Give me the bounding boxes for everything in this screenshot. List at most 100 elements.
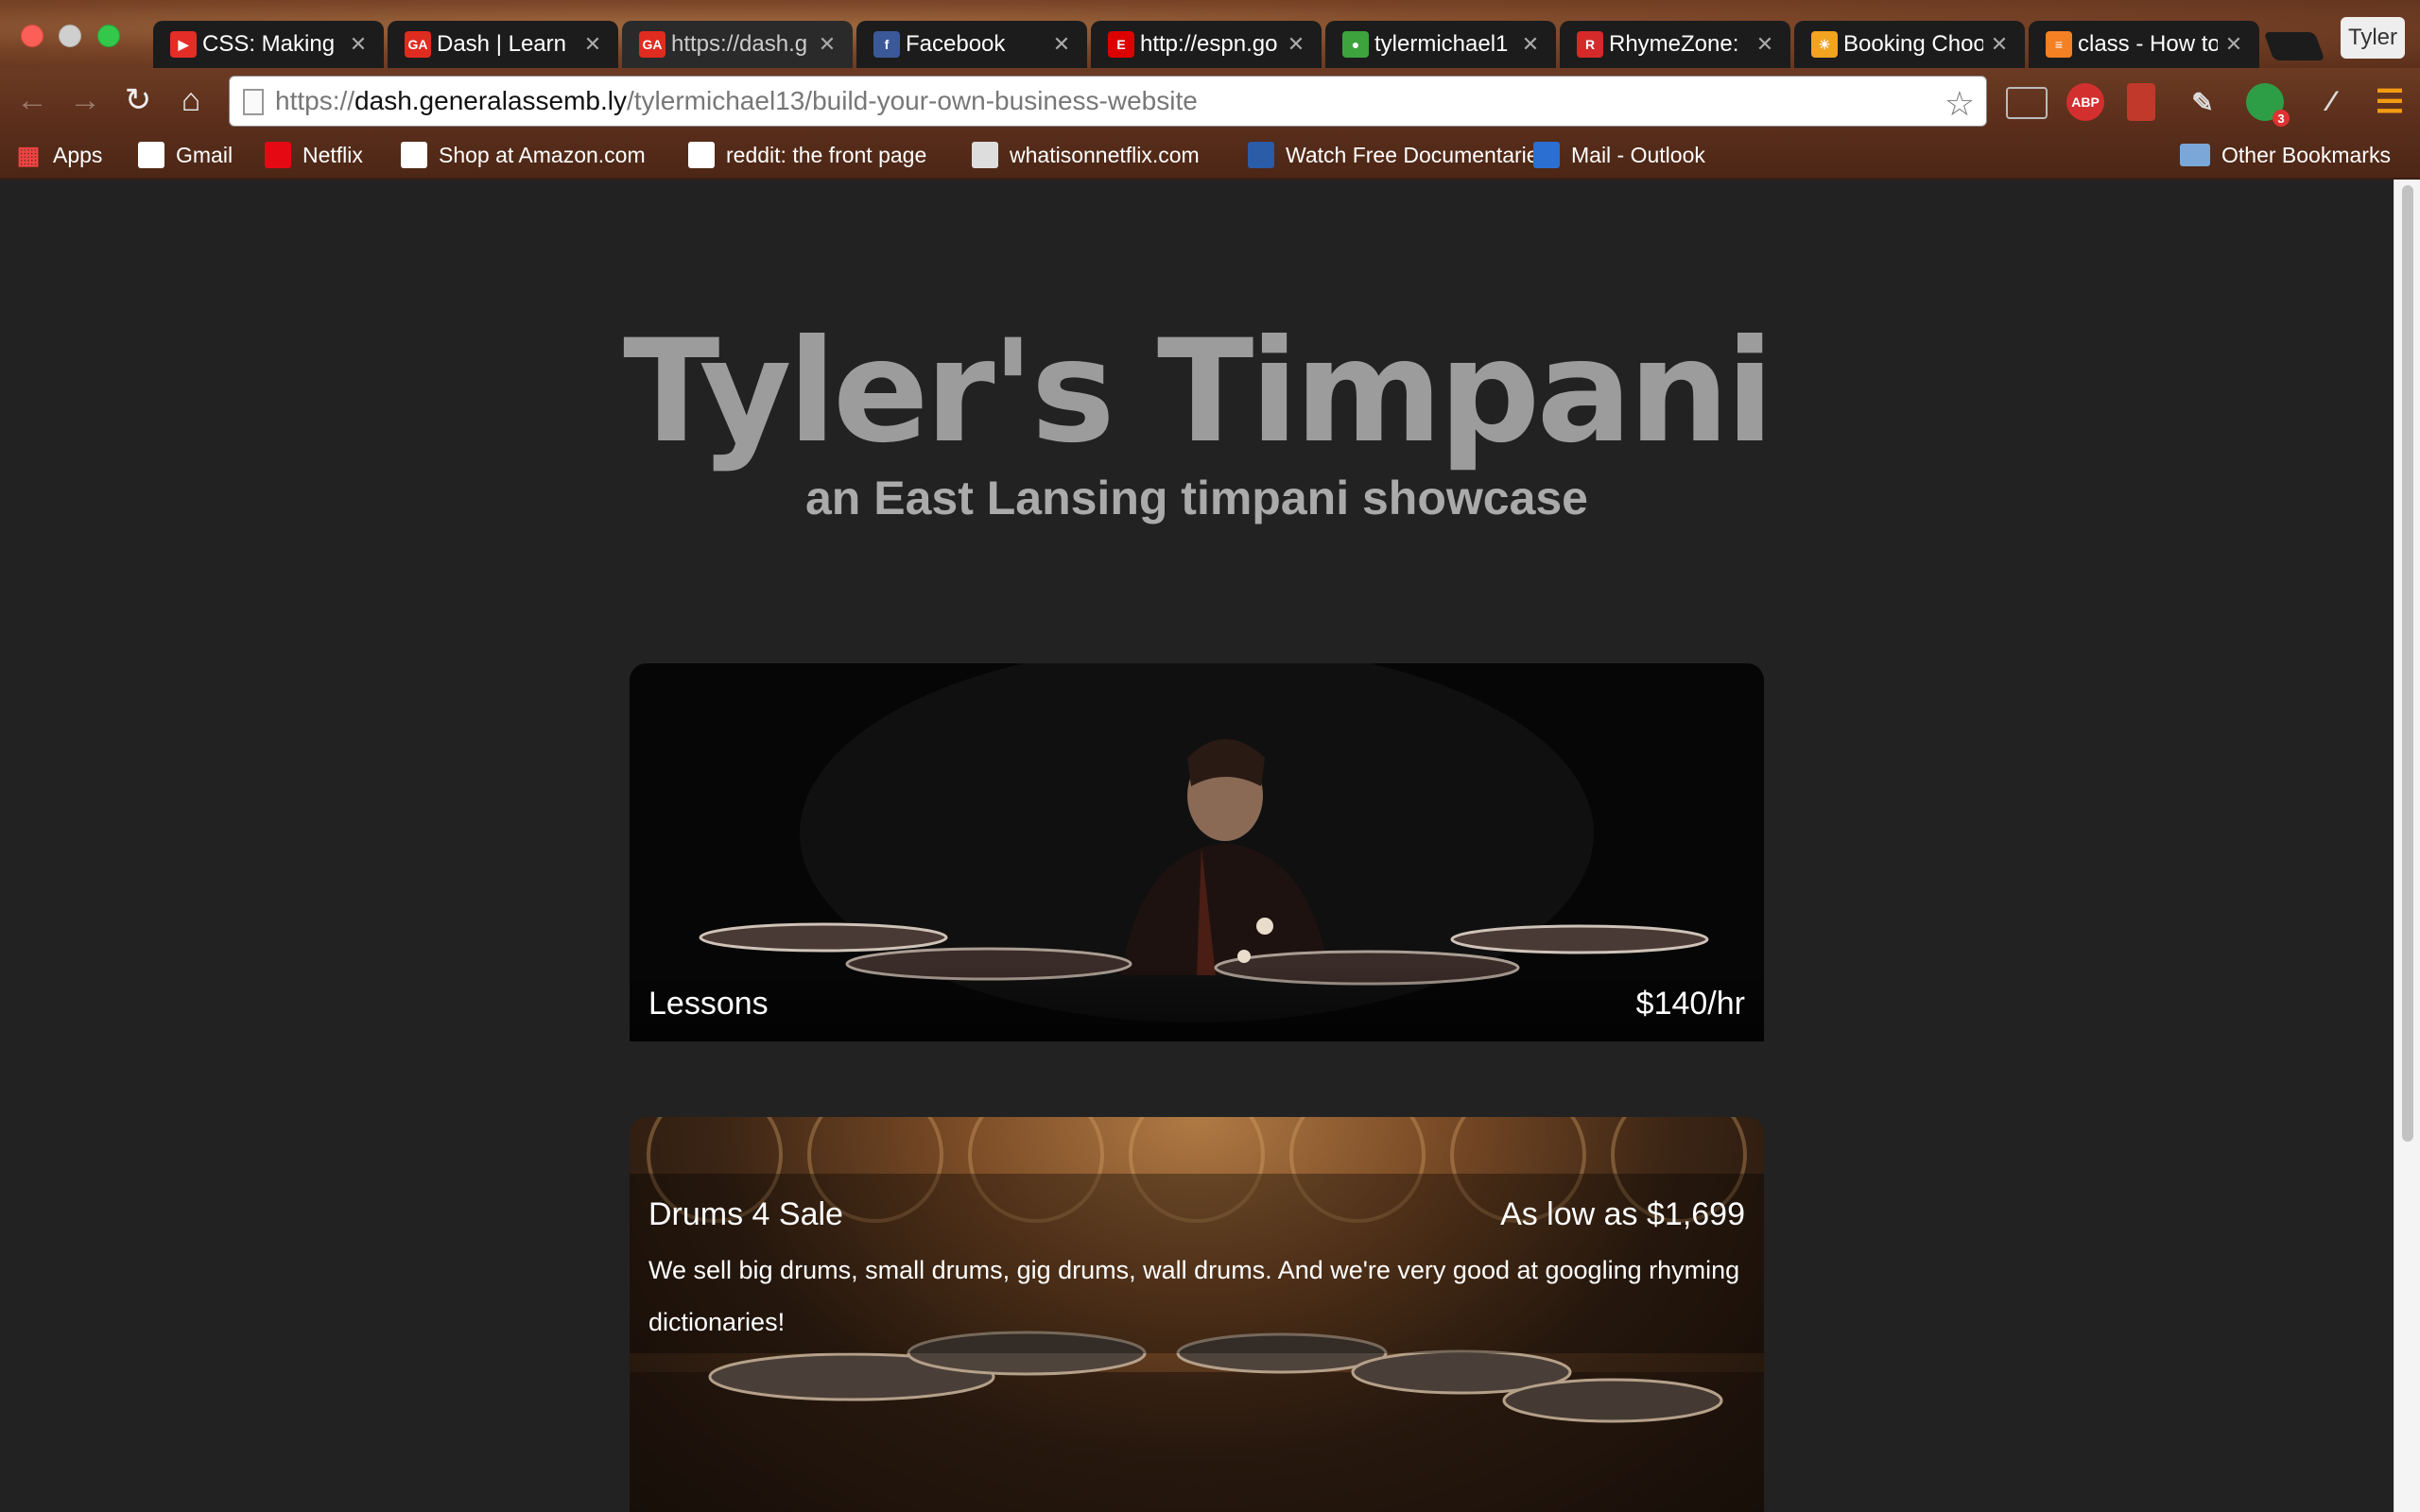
stackoverflow-icon: ≡ xyxy=(2046,31,2072,58)
lessons-card[interactable]: Lessons $140/hr xyxy=(630,663,1764,1041)
drums-card[interactable]: Drums 4 Sale As low as $1,699 We sell bi… xyxy=(630,1117,1764,1512)
pocket-ext-icon[interactable]: 3 xyxy=(2246,83,2290,127)
ga-icon: GA xyxy=(639,31,666,58)
profile-button[interactable]: Tyler xyxy=(2341,17,2405,59)
back-arrow-icon[interactable]: ← xyxy=(13,81,51,119)
bookmarks-bar: ▦ Apps Gmail Netflix Shop at Amazon.com reddi… xyxy=(0,132,2420,180)
lessons-caption-bar: Lessons $140/hr xyxy=(630,966,1764,1041)
tab[interactable]: ☀ Booking Choo ✕ xyxy=(1794,21,2025,68)
tab[interactable]: GA https://dash.g ✕ xyxy=(622,21,853,68)
site-subtitle: an East Lansing timpani showcase xyxy=(804,472,1588,524)
tab-close-icon[interactable]: ✕ xyxy=(1520,32,1541,57)
new-tab-button[interactable] xyxy=(2263,32,2325,60)
rhymezone-icon: R xyxy=(1577,31,1603,58)
netflix-icon xyxy=(265,142,291,168)
tab-title: CSS: Making xyxy=(202,31,336,57)
site-title: Tyler's Timpani xyxy=(623,310,1774,474)
other-bookmarks[interactable]: Other Bookmarks xyxy=(2180,138,2391,172)
tab[interactable]: ▶ CSS: Making ✕ xyxy=(153,21,384,68)
tab[interactable]: f Facebook ✕ xyxy=(856,21,1087,68)
bookmark-label: reddit: the front page xyxy=(726,142,927,167)
amazon-icon xyxy=(401,142,427,168)
adblock-icon[interactable]: ABP xyxy=(2066,83,2104,121)
tab[interactable]: R RhymeZone: ✕ xyxy=(1560,21,1790,68)
film-icon xyxy=(972,142,998,168)
menu-hamburger-icon[interactable]: ☰ xyxy=(2371,83,2409,121)
page-icon xyxy=(243,89,264,115)
drums-price: As low as $1,699 xyxy=(1500,1196,1745,1232)
drums-caption-panel: Drums 4 Sale As low as $1,699 We sell bi… xyxy=(630,1174,1764,1353)
tab-title: Facebook xyxy=(906,31,1006,57)
dh-icon xyxy=(1248,142,1274,168)
tab-close-icon[interactable]: ✕ xyxy=(1051,32,1072,57)
bookmark-label: Shop at Amazon.com xyxy=(439,142,646,167)
tab[interactable]: ● tylermichael1 ✕ xyxy=(1325,21,1556,68)
tab-close-icon[interactable]: ✕ xyxy=(1989,32,2010,57)
bookmark-label: Gmail xyxy=(176,142,233,167)
tab-strip: ▶ CSS: Making ✕ GA Dash | Learn ✕ GA https://da… xyxy=(0,0,2420,68)
apps-grid-icon: ▦ xyxy=(16,140,41,169)
bookmark-item[interactable]: Watch Free Documentaries xyxy=(1248,138,1549,172)
window-maximize-button[interactable] xyxy=(97,25,120,47)
lessons-price: $140/hr xyxy=(1635,985,1745,1022)
mail-icon xyxy=(1533,142,1560,168)
ga-icon: GA xyxy=(405,31,431,58)
browser-chrome: ▶ CSS: Making ✕ GA Dash | Learn ✕ GA https://da… xyxy=(0,0,2420,180)
tab-close-icon[interactable]: ✕ xyxy=(348,32,369,57)
bookmark-label: Mail - Outlook xyxy=(1571,142,1705,167)
forward-arrow-icon[interactable]: → xyxy=(66,81,104,119)
tab-close-icon[interactable]: ✕ xyxy=(2223,32,2244,57)
home-icon[interactable]: ⌂ xyxy=(172,81,210,119)
bookmark-item[interactable]: reddit: the front page xyxy=(688,138,926,172)
youtube-icon: ▶ xyxy=(170,31,197,58)
gmail-icon xyxy=(138,142,164,168)
tab-close-icon[interactable]: ✕ xyxy=(817,32,838,57)
bookmark-star-icon[interactable]: ☆ xyxy=(1945,84,1975,124)
eyedropper-icon[interactable]: ⁄ xyxy=(2312,83,2350,121)
tab[interactable]: Ehttp://espn.go ✕ xyxy=(1091,21,1322,68)
facebook-icon: f xyxy=(873,31,900,58)
bookmark-item[interactable]: Mail - Outlook xyxy=(1533,138,1705,172)
folder-icon xyxy=(2180,144,2210,166)
tab-title: Booking Choo xyxy=(1843,31,1983,57)
bookmark-ext-icon[interactable] xyxy=(2127,83,2155,121)
tab-title: https://dash.g xyxy=(671,31,808,57)
lessons-label: Lessons xyxy=(648,985,769,1022)
browser-window: ▶ CSS: Making ✕ GA Dash | Learn ✕ GA https://da… xyxy=(0,0,2420,1512)
bookmark-item[interactable]: Netflix xyxy=(265,138,363,172)
reddit-icon xyxy=(688,142,715,168)
cast-icon[interactable] xyxy=(2006,87,2048,119)
tab-title: Dash | Learn xyxy=(437,31,566,57)
scrollbar-thumb[interactable] xyxy=(2402,185,2413,1142)
drums-label: Drums 4 Sale xyxy=(648,1196,843,1232)
tab-title: http://espn.go xyxy=(1140,31,1278,57)
bookmark-label: Apps xyxy=(53,142,103,167)
address-bar[interactable]: https://dash.generalassemb.ly/tylermicha… xyxy=(229,76,1987,127)
page-viewport: Tyler's Timpani an East Lansing timpani … xyxy=(0,180,2394,1512)
tab-title: RhymeZone: xyxy=(1609,31,1739,57)
url-path: /tylermichael13/build-your-own-business-… xyxy=(627,86,1198,115)
bookmark-item[interactable]: Shop at Amazon.com xyxy=(401,138,646,172)
tab-close-icon[interactable]: ✕ xyxy=(582,32,603,57)
espn-icon: E xyxy=(1108,31,1134,58)
window-minimize-button[interactable] xyxy=(59,25,81,47)
reload-icon[interactable]: ↻ xyxy=(119,81,157,119)
window-close-button[interactable] xyxy=(21,25,43,47)
tab-title: class - How to xyxy=(2078,31,2218,57)
green-dot-icon: ● xyxy=(1342,31,1369,58)
url-scheme: https:// xyxy=(275,86,355,115)
bookmark-label: Watch Free Documentaries xyxy=(1286,142,1550,167)
tab-close-icon[interactable]: ✕ xyxy=(1286,32,1306,57)
tab-close-icon[interactable]: ✕ xyxy=(1754,32,1775,57)
tab[interactable]: ≡ class - How to ✕ xyxy=(2029,21,2259,68)
tab-title: tylermichael1 xyxy=(1374,31,1509,57)
bookmark-item[interactable]: Gmail xyxy=(138,138,233,172)
pin-icon[interactable]: ✎ xyxy=(2184,83,2221,121)
sunrise-icon: ☀ xyxy=(1811,31,1838,58)
toolbar: ← → ↻ ⌂ https://dash.generalassemb.ly/ty… xyxy=(0,68,2420,132)
vertical-scrollbar[interactable] xyxy=(2394,180,2420,1512)
bookmark-item[interactable]: whatisonnetflix.com xyxy=(972,138,1200,172)
tab[interactable]: GA Dash | Learn ✕ xyxy=(388,21,618,68)
bookmark-item[interactable]: ▦ Apps xyxy=(15,138,103,172)
other-bookmarks-label: Other Bookmarks xyxy=(2221,142,2391,167)
